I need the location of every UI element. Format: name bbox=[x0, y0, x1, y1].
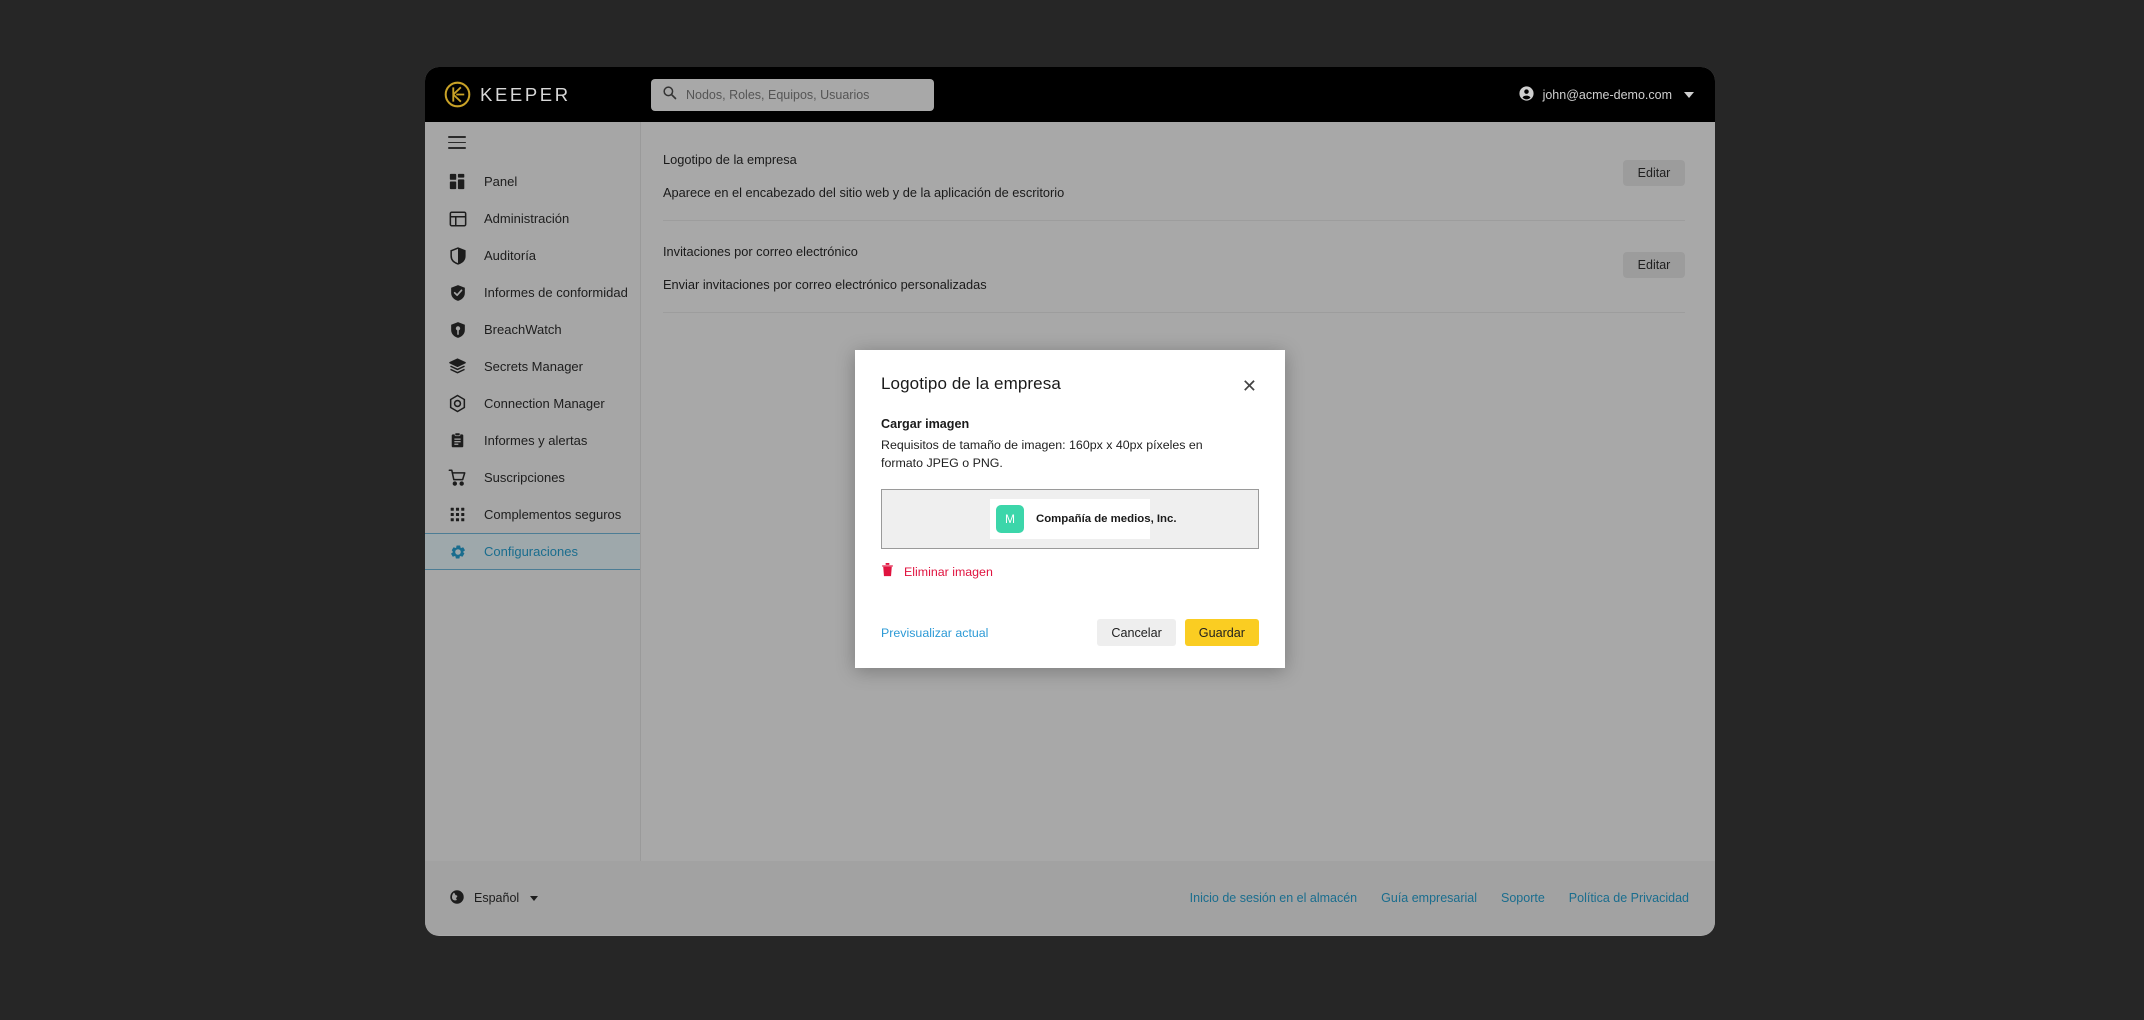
language-label: Español bbox=[474, 891, 520, 905]
top-bar: KEEPER john@acme-demo.com bbox=[425, 67, 1715, 122]
sidebar-item-auditoria[interactable]: Auditoría bbox=[425, 237, 640, 274]
language-selector[interactable]: Español bbox=[449, 889, 539, 908]
remove-image-label: Eliminar imagen bbox=[904, 564, 993, 579]
chevron-down-icon bbox=[530, 895, 539, 901]
brand-wordmark: KEEPER bbox=[480, 83, 571, 105]
hexagon-node-icon bbox=[448, 394, 467, 413]
edit-company-logo-button[interactable]: Editar bbox=[1623, 160, 1685, 186]
sidebar-item-label: Administración bbox=[484, 211, 570, 226]
globe-icon bbox=[449, 889, 465, 908]
logo-preview: M Compañía de medios, Inc. bbox=[990, 498, 1177, 539]
sidebar-item-label: Panel bbox=[484, 174, 518, 189]
footer-links: Inicio de sesión en el almacén Guía empr… bbox=[1190, 891, 1689, 905]
chevron-down-icon bbox=[1684, 91, 1694, 98]
sidebar-item-label: Configuraciones bbox=[484, 544, 578, 559]
logo-company-name: Compañía de medios, Inc. bbox=[1036, 512, 1177, 525]
search-box[interactable] bbox=[651, 79, 934, 111]
trash-icon bbox=[881, 562, 894, 582]
sidebar-item-label: Suscripciones bbox=[484, 470, 565, 485]
clipboard-icon bbox=[448, 431, 467, 450]
shield-half-icon bbox=[448, 246, 467, 265]
setting-texts: Logotipo de la empresa Aparece en el enc… bbox=[663, 150, 1064, 200]
sidebar-item-connection-manager[interactable]: Connection Manager bbox=[425, 385, 640, 422]
shopping-cart-icon bbox=[448, 468, 467, 487]
sidebar-item-suscripciones[interactable]: Suscripciones bbox=[425, 459, 640, 496]
sidebar-item-configuraciones[interactable]: Configuraciones bbox=[425, 533, 640, 570]
layers-icon bbox=[448, 357, 467, 376]
preview-current-link[interactable]: Previsualizar actual bbox=[881, 626, 988, 640]
upload-image-label: Cargar imagen bbox=[881, 417, 970, 431]
setting-texts: Invitaciones por correo electrónico Envi… bbox=[663, 242, 987, 292]
sidebar-item-administracion[interactable]: Administración bbox=[425, 200, 640, 237]
account-menu[interactable]: john@acme-demo.com bbox=[1518, 67, 1694, 122]
admin-layout-icon bbox=[448, 209, 467, 228]
sidebar-item-label: Informes de conformidad bbox=[484, 285, 628, 300]
brand-logo[interactable]: KEEPER bbox=[444, 81, 571, 108]
hamburger-menu-icon[interactable] bbox=[448, 136, 466, 149]
sidebar-item-panel[interactable]: Panel bbox=[425, 163, 640, 200]
setting-row-company-logo: Logotipo de la empresa Aparece en el enc… bbox=[663, 150, 1685, 221]
footer-link-vault-login[interactable]: Inicio de sesión en el almacén bbox=[1190, 891, 1357, 905]
modal-title: Logotipo de la empresa bbox=[881, 374, 1061, 393]
image-drop-zone[interactable]: M Compañía de medios, Inc. bbox=[881, 488, 1259, 549]
dashboard-icon bbox=[448, 172, 467, 191]
search-input[interactable] bbox=[686, 88, 923, 102]
search-icon bbox=[662, 85, 677, 105]
footer-link-privacy-policy[interactable]: Política de Privacidad bbox=[1569, 891, 1689, 905]
upload-requirements-text: Requisitos de tamaño de imagen: 160px x … bbox=[881, 438, 1203, 470]
sidebar-item-label: BreachWatch bbox=[484, 322, 562, 337]
modal-footer: Previsualizar actual Cancelar Guardar bbox=[881, 619, 1259, 646]
footer: Español Inicio de sesión en el almacén G… bbox=[425, 861, 1715, 935]
footer-link-support[interactable]: Soporte bbox=[1501, 891, 1545, 905]
setting-row-email-invites: Invitaciones por correo electrónico Envi… bbox=[663, 242, 1685, 313]
sidebar-item-label: Secrets Manager bbox=[484, 359, 583, 374]
edit-email-invites-button[interactable]: Editar bbox=[1623, 252, 1685, 278]
sidebar-item-complementos-seguros[interactable]: Complementos seguros bbox=[425, 496, 640, 533]
setting-description: Aparece en el encabezado del sitio web y… bbox=[663, 185, 1065, 200]
account-circle-icon bbox=[1518, 85, 1535, 105]
remove-image-button[interactable]: Eliminar imagen bbox=[881, 562, 1259, 582]
grid-dots-icon bbox=[448, 505, 467, 524]
shield-check-icon bbox=[448, 283, 467, 302]
modal-header: Logotipo de la empresa ✕ bbox=[881, 374, 1259, 397]
account-email: john@acme-demo.com bbox=[1542, 87, 1672, 102]
company-logo-modal: Logotipo de la empresa ✕ Cargar imagen R… bbox=[855, 350, 1285, 668]
sidebar-item-label: Complementos seguros bbox=[484, 507, 622, 522]
modal-actions: Cancelar Guardar bbox=[1097, 619, 1259, 646]
keeper-logo-icon bbox=[444, 81, 471, 108]
setting-description: Enviar invitaciones por correo electróni… bbox=[663, 277, 987, 292]
shield-eye-icon bbox=[448, 320, 467, 339]
sidebar-item-label: Auditoría bbox=[484, 248, 537, 263]
sidebar-item-secrets-manager[interactable]: Secrets Manager bbox=[425, 348, 640, 385]
setting-title: Logotipo de la empresa bbox=[663, 152, 797, 167]
sidebar-item-informes-y-alertas[interactable]: Informes y alertas bbox=[425, 422, 640, 459]
logo-swatch: M bbox=[996, 504, 1024, 533]
gear-icon bbox=[448, 542, 467, 561]
sidebar-item-label: Informes y alertas bbox=[484, 433, 588, 448]
sidebar-item-informes-de-conformidad[interactable]: Informes de conformidad bbox=[425, 274, 640, 311]
save-button[interactable]: Guardar bbox=[1184, 619, 1259, 646]
sidebar-item-label: Connection Manager bbox=[484, 396, 605, 411]
sidebar-item-breachwatch[interactable]: BreachWatch bbox=[425, 311, 640, 348]
footer-link-enterprise-guide[interactable]: Guía empresarial bbox=[1381, 891, 1477, 905]
close-icon[interactable]: ✕ bbox=[1240, 375, 1259, 397]
cancel-button[interactable]: Cancelar bbox=[1097, 619, 1176, 646]
sidebar: Panel Administración Auditoría Informes … bbox=[425, 122, 641, 861]
setting-title: Invitaciones por correo electrónico bbox=[663, 244, 858, 259]
